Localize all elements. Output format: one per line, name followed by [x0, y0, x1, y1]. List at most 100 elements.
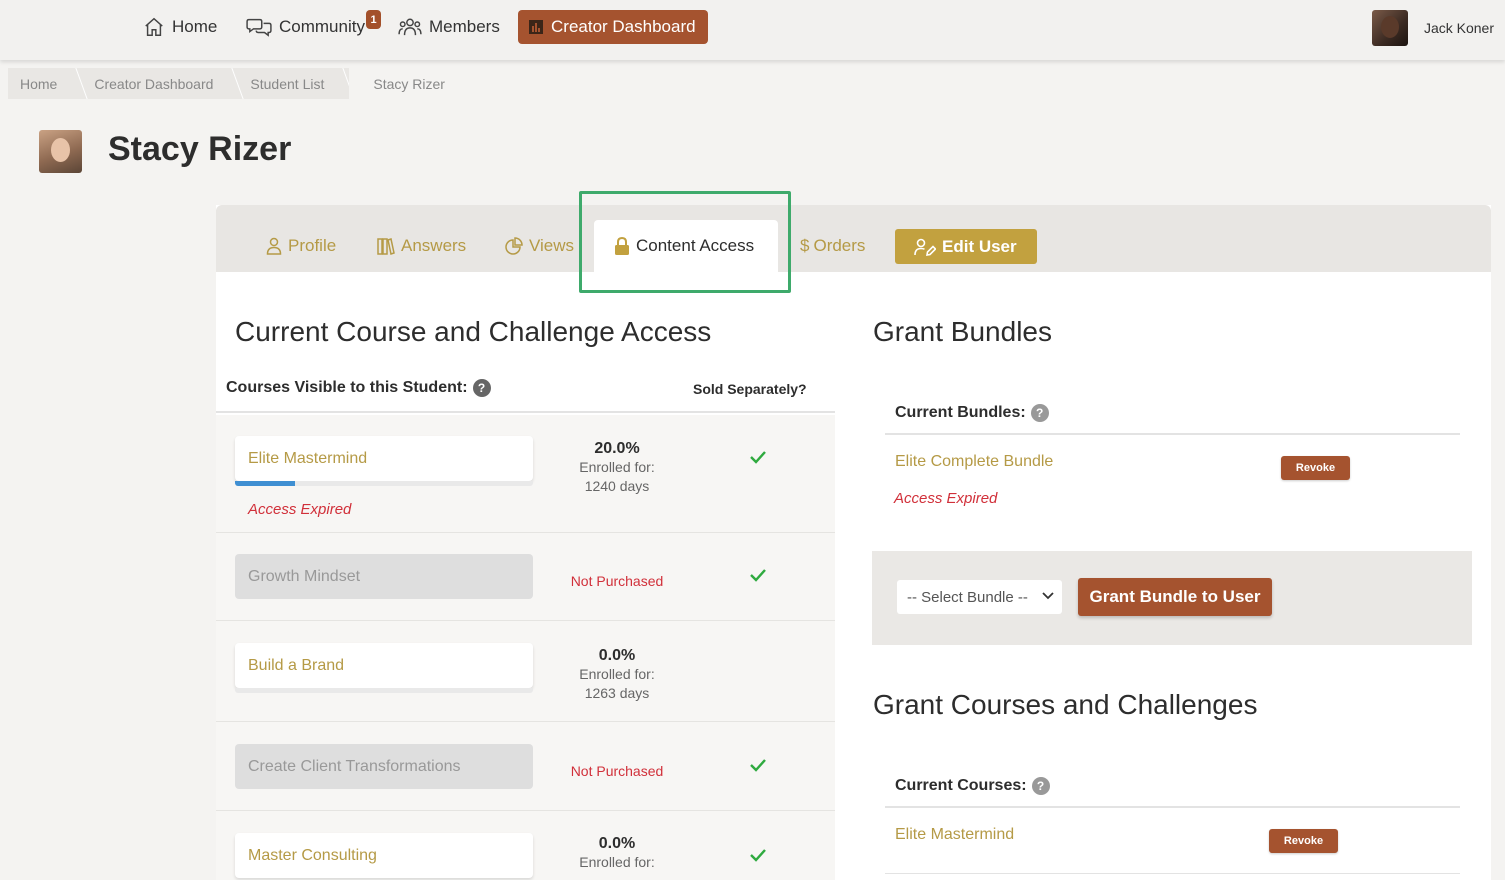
nav-community-label: Community [279, 17, 365, 36]
tab-content-access-label: Content Access [636, 236, 755, 255]
courses-table-header: Courses Visible to this Student: ? Sold … [216, 373, 835, 413]
bundle-select-value: -- Select Bundle -- [907, 588, 1028, 606]
check-icon [750, 451, 766, 464]
progress-bar [235, 481, 533, 486]
user-icon [266, 237, 282, 255]
revoke-course-button[interactable]: Revoke [1269, 829, 1338, 853]
page-title: Stacy Rizer [108, 130, 292, 168]
edit-user-button[interactable]: Edit User [895, 229, 1037, 264]
tab-views-label: Views [529, 236, 575, 255]
nav-creator-dashboard-button[interactable]: Creator Dashboard [518, 10, 708, 44]
progress-percent: 20.0% [594, 440, 640, 457]
bundle-select[interactable]: -- Select Bundle -- [897, 580, 1062, 614]
divider [885, 873, 1460, 874]
bundle-elite-complete[interactable]: Elite Complete Bundle [895, 453, 1053, 471]
enrollment-info: 0.0% Enrolled for: 1263 days [561, 647, 673, 703]
nav-members-link[interactable]: Members [398, 10, 500, 44]
members-icon [398, 18, 422, 36]
books-icon [377, 238, 395, 255]
bundle-access-expired: Access Expired [894, 490, 998, 507]
check-icon [750, 759, 766, 772]
home-icon [145, 17, 163, 36]
tab-views[interactable]: Views [505, 220, 574, 272]
grant-bundles-heading: Grant Bundles [873, 316, 1052, 347]
enrolled-days: 1240 days [584, 478, 650, 494]
breadcrumb-student-list[interactable]: Student List [238, 68, 349, 99]
grant-bundle-panel: -- Select Bundle -- Grant Bundle to User [872, 551, 1472, 645]
current-courses-label: Current Courses: [895, 776, 1027, 794]
progress-percent: 0.0% [598, 647, 636, 664]
notification-badge: 1 [366, 10, 381, 29]
enrollment-info: 0.0% Enrolled for: [561, 835, 673, 872]
tab-profile[interactable]: Profile [266, 220, 336, 272]
table-row: Growth Mindset Not Purchased [216, 533, 835, 621]
progress-bar [235, 688, 533, 693]
course-elite-mastermind[interactable]: Elite Mastermind [235, 436, 533, 481]
progress-fill [235, 481, 295, 486]
not-purchased-label: Not Purchased [570, 573, 664, 589]
course-growth-mindset: Growth Mindset [235, 554, 533, 599]
enrolled-label: Enrolled for: [579, 666, 655, 682]
progress-percent: 0.0% [598, 835, 636, 852]
check-icon [750, 569, 766, 582]
current-course-elite-mastermind[interactable]: Elite Mastermind [895, 826, 1014, 844]
grant-courses-heading: Grant Courses and Challenges [873, 689, 1258, 720]
help-icon[interactable]: ? [1030, 403, 1049, 422]
enrolled-label: Enrolled for: [579, 459, 655, 475]
revoke-bundle-button[interactable]: Revoke [1281, 456, 1350, 480]
current-bundles-header: Current Bundles: ? [885, 392, 1460, 435]
nav-members-label: Members [429, 17, 500, 36]
breadcrumb-creator-dashboard[interactable]: Creator Dashboard [82, 68, 238, 99]
bar-chart-icon [529, 20, 543, 34]
table-row: Elite Mastermind Access Expired 20.0% En… [216, 415, 835, 533]
lock-icon [615, 237, 629, 255]
top-navigation: Home Community 1 Members Creator Dashboa… [0, 0, 1505, 60]
help-icon[interactable]: ? [472, 379, 491, 397]
course-access-heading: Current Course and Challenge Access [235, 316, 712, 347]
table-row: Create Client Transformations Not Purcha… [216, 722, 835, 811]
user-name: Jack Koner [1423, 20, 1494, 36]
courses-visible-text: Courses Visible to this Student: [226, 379, 468, 396]
table-row: Master Consulting 0.0% Enrolled for: [216, 811, 835, 880]
student-avatar [39, 130, 82, 173]
tab-profile-label: Profile [288, 236, 337, 255]
tab-bar: Profile Answers Views Content Access $ O… [216, 205, 1491, 272]
course-list: Elite Mastermind Access Expired 20.0% En… [216, 415, 835, 880]
course-create-client-transformations: Create Client Transformations [235, 744, 533, 789]
tab-orders-label: Orders [813, 236, 866, 255]
tab-orders[interactable]: $ Orders [800, 220, 865, 272]
grant-bundle-button[interactable]: Grant Bundle to User [1078, 578, 1272, 616]
current-courses-header: Current Courses: ? [885, 765, 1460, 808]
nav-home-label: Home [172, 17, 218, 36]
tab-answers-label: Answers [401, 236, 467, 255]
edit-user-label: Edit User [942, 236, 1017, 256]
sold-separately-header: Sold Separately? [693, 381, 807, 397]
course-build-a-brand[interactable]: Build a Brand [235, 643, 533, 688]
check-icon [750, 849, 766, 862]
courses-visible-label: Courses Visible to this Student: ? [226, 379, 491, 397]
table-row: Build a Brand 0.0% Enrolled for: 1263 da… [216, 621, 835, 722]
breadcrumb-home[interactable]: Home [8, 68, 82, 99]
nav-home-link[interactable]: Home [143, 10, 217, 44]
avatar [1371, 10, 1408, 46]
current-bundles-label: Current Bundles: [895, 403, 1026, 421]
enrolled-days: 1263 days [584, 685, 650, 701]
nav-community-link[interactable]: Community 1 [246, 10, 381, 44]
pie-chart-icon [505, 237, 523, 255]
breadcrumb-current: Stacy Rizer [349, 68, 470, 99]
nav-creator-label: Creator Dashboard [551, 17, 696, 36]
course-master-consulting[interactable]: Master Consulting [235, 833, 533, 878]
tab-answers[interactable]: Answers [377, 220, 466, 272]
user-edit-icon [914, 238, 936, 256]
enrollment-info: 20.0% Enrolled for: 1240 days [561, 440, 673, 496]
breadcrumb: Home Creator Dashboard Student List Stac… [8, 68, 470, 99]
user-menu[interactable]: Jack Koner [1371, 10, 1494, 46]
tab-content-access[interactable]: Content Access [594, 220, 778, 272]
not-purchased-label: Not Purchased [570, 763, 664, 779]
help-icon[interactable]: ? [1031, 776, 1050, 795]
access-expired-label: Access Expired [248, 501, 352, 518]
enrolled-label: Enrolled for: [579, 854, 655, 870]
content-card: Profile Answers Views Content Access $ O… [216, 205, 1491, 880]
chevron-down-icon [1042, 592, 1054, 600]
chat-bubbles-icon [246, 18, 272, 37]
